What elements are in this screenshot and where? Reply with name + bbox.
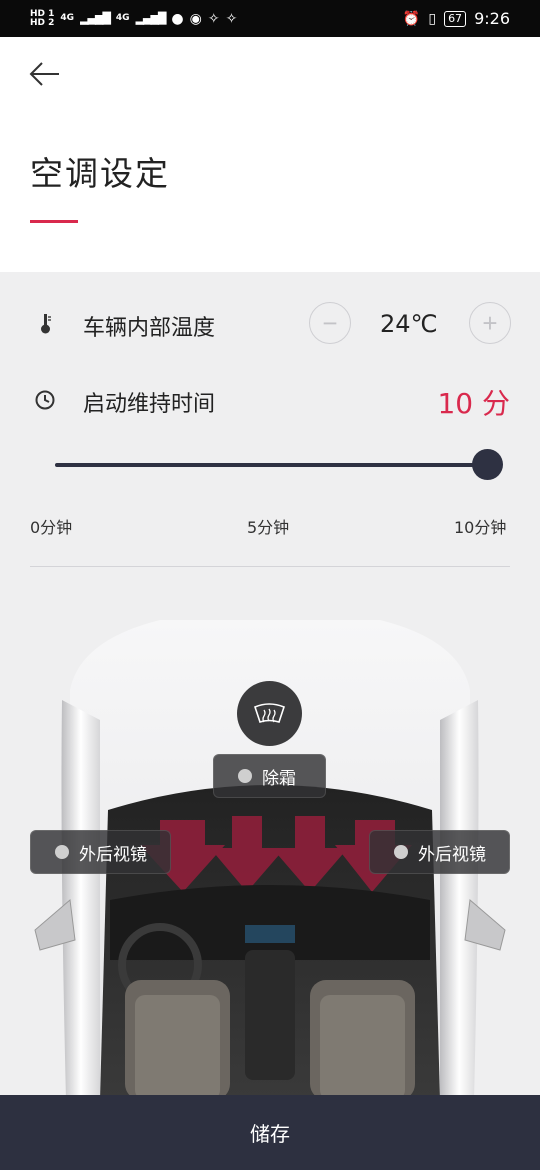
defrost-option[interactable]: 除霜 xyxy=(213,754,326,798)
section-divider xyxy=(30,566,510,567)
signal-icon: ▂▄▆█ xyxy=(80,12,111,25)
title-accent-bar xyxy=(30,220,78,223)
network-type-2: 4G xyxy=(115,13,130,23)
message-icon: ● xyxy=(171,10,184,27)
right-mirror-option[interactable]: 外后视镜 xyxy=(369,830,510,874)
defrost-toggle-button[interactable] xyxy=(237,681,302,746)
slider-thumb[interactable] xyxy=(471,449,503,480)
app-notification-icon: ✧ xyxy=(225,10,238,27)
alarm-icon: ⏰ xyxy=(402,10,421,27)
temperature-row: 车辆内部温度 − 24℃ + xyxy=(30,302,511,346)
slider-track xyxy=(55,463,487,467)
thermometer-icon xyxy=(41,314,51,334)
temperature-increase-button[interactable]: + xyxy=(469,302,511,344)
slider-mid-label: 5分钟 xyxy=(247,518,290,537)
back-button[interactable] xyxy=(26,57,66,91)
clock-icon xyxy=(35,390,55,410)
sim2-label: HD 2 xyxy=(30,17,55,28)
duration-row: 启动维持时间 10 分 xyxy=(30,378,510,422)
sim-indicators: HD 1 HD 2 xyxy=(30,9,55,28)
radio-dot-icon xyxy=(394,845,408,859)
temperature-decrease-button[interactable]: − xyxy=(309,302,351,344)
page-header: 空调设定 xyxy=(0,37,540,272)
battery-icon: 67 xyxy=(444,10,467,27)
radio-dot-icon xyxy=(238,769,252,783)
right-mirror-label: 外后视镜 xyxy=(418,844,486,865)
duration-label: 启动维持时间 xyxy=(83,392,216,417)
vibrate-icon: ▯ xyxy=(428,10,437,27)
save-label: 储存 xyxy=(250,1122,290,1146)
left-mirror-label: 外后视镜 xyxy=(79,844,147,865)
status-right: ⏰ ▯ 67 9:26 xyxy=(403,0,510,37)
radio-dot-icon xyxy=(55,845,69,859)
app-notification-icon: ✧ xyxy=(207,10,220,27)
network-type-1: 4G xyxy=(60,13,75,23)
arrow-left-icon xyxy=(29,62,59,86)
duration-slider[interactable] xyxy=(55,448,503,482)
save-button[interactable]: 储存 xyxy=(0,1095,540,1170)
status-bar: HD 1 HD 2 4G ▂▄▆█ 4G ▂▄▆█ ● ◉ ✧ ✧ ⏰ ▯ 67… xyxy=(0,0,540,37)
temperature-value: 24℃ xyxy=(380,310,438,338)
windshield-defrost-icon xyxy=(254,703,285,724)
duration-value: 10 分 xyxy=(437,387,510,420)
page-title: 空调设定 xyxy=(30,154,170,193)
temperature-label: 车辆内部温度 xyxy=(83,316,216,341)
slider-min-label: 0分钟 xyxy=(30,518,73,537)
status-left: HD 1 HD 2 4G ▂▄▆█ 4G ▂▄▆█ ● ◉ ✧ ✧ xyxy=(30,0,237,37)
signal-icon: ▂▄▆█ xyxy=(135,12,167,25)
slider-max-label: 10分钟 xyxy=(454,518,507,537)
wechat-icon: ◉ xyxy=(189,10,202,27)
defrost-label: 除霜 xyxy=(262,768,296,789)
left-mirror-option[interactable]: 外后视镜 xyxy=(30,830,171,874)
clock-time: 9:26 xyxy=(474,9,510,28)
